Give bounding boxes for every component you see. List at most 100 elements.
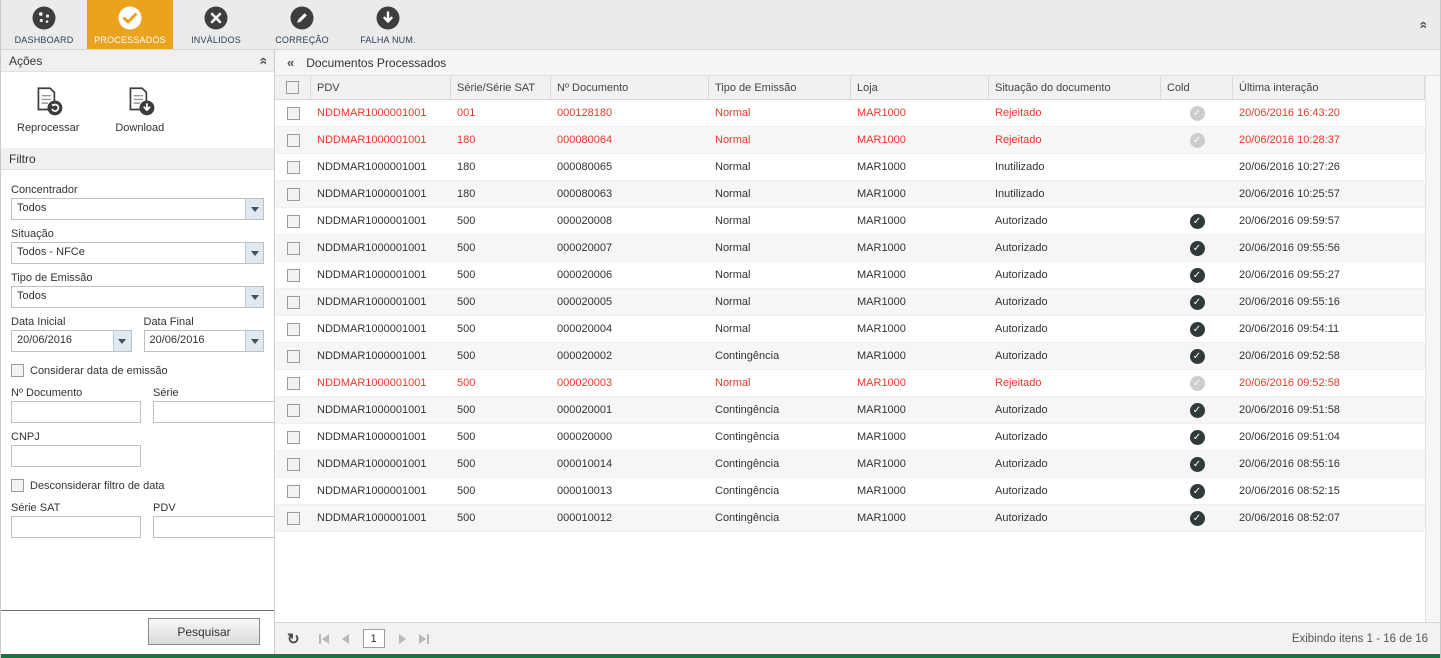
cell-tipo-emissao: Normal — [709, 127, 851, 153]
row-checkbox[interactable] — [287, 215, 300, 228]
considerar-data-checkbox-row[interactable]: Considerar data de emissão — [11, 364, 264, 377]
tab-correcao[interactable]: CORREÇÃO — [259, 0, 345, 49]
table-row[interactable]: NDDMAR1000001001 500 000020008 Normal MA… — [275, 208, 1425, 235]
select-all-cell — [275, 76, 311, 99]
table-row[interactable]: NDDMAR1000001001 500 000020004 Normal MA… — [275, 316, 1425, 343]
serie-label: Série — [153, 387, 274, 399]
last-page-button[interactable] — [417, 632, 431, 646]
cell-documento: 000020004 — [551, 316, 709, 342]
previous-page-button[interactable] — [340, 632, 351, 646]
table-row[interactable]: NDDMAR1000001001 500 000020007 Normal MA… — [275, 235, 1425, 262]
collapse-actions-icon[interactable]: » — [254, 57, 270, 65]
tab-dashboard[interactable]: DASHBOARD — [1, 0, 87, 49]
next-page-button[interactable] — [397, 632, 408, 646]
row-checkbox[interactable] — [287, 512, 300, 525]
cell-documento: 000080064 — [551, 127, 709, 153]
desconsiderar-filtro-checkbox-row[interactable]: Desconsiderar filtro de data — [11, 479, 264, 492]
row-checkbox[interactable] — [287, 242, 300, 255]
row-checkbox[interactable] — [287, 404, 300, 417]
refresh-icon[interactable]: ↻ — [287, 630, 300, 648]
cell-tipo-emissao: Contingência — [709, 451, 851, 477]
column-header[interactable]: Loja — [851, 76, 989, 99]
row-checkbox[interactable] — [287, 485, 300, 498]
cell-situacao: Autorizado — [989, 343, 1161, 369]
cell-ultima-interacao: 20/06/2016 09:59:57 — [1233, 208, 1425, 234]
concentrador-select[interactable]: Todos — [11, 198, 264, 220]
row-checkbox[interactable] — [287, 377, 300, 390]
data-inicial-picker[interactable]: 20/06/2016 — [11, 330, 132, 352]
collapse-toolbar-button[interactable]: » — [1418, 17, 1426, 33]
row-checkbox[interactable] — [287, 134, 300, 147]
column-header[interactable]: Tipo de Emissão — [709, 76, 851, 99]
cell-situacao: Autorizado — [989, 478, 1161, 504]
table-row[interactable]: NDDMAR1000001001 180 000080063 Normal MA… — [275, 181, 1425, 208]
column-header[interactable]: Nº Documento — [551, 76, 709, 99]
cell-loja: MAR1000 — [851, 343, 989, 369]
table-row[interactable]: NDDMAR1000001001 500 000020006 Normal MA… — [275, 262, 1425, 289]
considerar-data-checkbox[interactable] — [11, 364, 24, 377]
reprocessar-button[interactable]: Reprocessar — [17, 84, 79, 134]
table-row[interactable]: NDDMAR1000001001 500 000010012 Contingên… — [275, 505, 1425, 532]
pesquisar-button[interactable]: Pesquisar — [148, 618, 260, 645]
column-header[interactable]: PDV — [311, 76, 451, 99]
row-checkbox-cell — [275, 451, 311, 477]
pdv-input[interactable] — [153, 516, 274, 538]
table-row[interactable]: NDDMAR1000001001 500 000020002 Contingên… — [275, 343, 1425, 370]
cell-cold: ✓ — [1161, 343, 1233, 369]
first-page-button[interactable] — [317, 632, 331, 646]
download-label: Download — [115, 122, 164, 134]
row-checkbox[interactable] — [287, 458, 300, 471]
tipo-emissao-select[interactable]: Todos — [11, 286, 264, 308]
cell-loja: MAR1000 — [851, 154, 989, 180]
column-header[interactable]: Cold — [1161, 76, 1233, 99]
tab-processados[interactable]: PROCESSADOS — [87, 0, 173, 49]
table-empty-space — [275, 532, 1440, 622]
table-row[interactable]: NDDMAR1000001001 500 000010013 Contingên… — [275, 478, 1425, 505]
table-row[interactable]: NDDMAR1000001001 180 000080065 Normal MA… — [275, 154, 1425, 181]
row-checkbox[interactable] — [287, 431, 300, 444]
cell-loja: MAR1000 — [851, 505, 989, 531]
table-scrollbar[interactable] — [1425, 76, 1440, 622]
column-header[interactable]: Situação do documento — [989, 76, 1161, 99]
row-checkbox[interactable] — [287, 296, 300, 309]
table-row[interactable]: NDDMAR1000001001 180 000080064 Normal MA… — [275, 127, 1425, 154]
situacao-select[interactable]: Todos - NFCe — [11, 242, 264, 264]
row-checkbox[interactable] — [287, 350, 300, 363]
cell-situacao: Inutilizado — [989, 154, 1161, 180]
table-row[interactable]: NDDMAR1000001001 500 000020001 Contingên… — [275, 397, 1425, 424]
row-checkbox[interactable] — [287, 161, 300, 174]
app-window: DASHBOARDPROCESSADOSINVÁLIDOSCORREÇÃOFAL… — [0, 0, 1441, 658]
num-documento-input[interactable] — [11, 401, 141, 423]
chevron-up-icon: » — [1414, 21, 1430, 29]
cell-situacao: Autorizado — [989, 397, 1161, 423]
data-final-label: Data Final — [144, 316, 265, 328]
column-header[interactable]: Série/Série SAT — [451, 76, 551, 99]
select-all-checkbox[interactable] — [286, 81, 299, 94]
serie-sat-input[interactable] — [11, 516, 141, 538]
cell-situacao: Autorizado — [989, 235, 1161, 261]
data-final-picker[interactable]: 20/06/2016 — [144, 330, 265, 352]
page-number-input[interactable]: 1 — [363, 629, 385, 648]
download-button[interactable]: Download — [115, 84, 164, 134]
cell-cold: ✓ — [1161, 397, 1233, 423]
table-row[interactable]: NDDMAR1000001001 001 000128180 Normal MA… — [275, 100, 1425, 127]
cell-loja: MAR1000 — [851, 424, 989, 450]
tab-falha-num[interactable]: FALHA NUM. — [345, 0, 431, 49]
table-row[interactable]: NDDMAR1000001001 500 000010014 Contingên… — [275, 451, 1425, 478]
chevron-down-icon — [245, 199, 263, 219]
table-row[interactable]: NDDMAR1000001001 500 000020003 Normal MA… — [275, 370, 1425, 397]
table-row[interactable]: NDDMAR1000001001 500 000020005 Normal MA… — [275, 289, 1425, 316]
row-checkbox[interactable] — [287, 323, 300, 336]
cnpj-input[interactable] — [11, 445, 141, 467]
desconsiderar-filtro-checkbox[interactable] — [11, 479, 24, 492]
cold-check-icon: ✓ — [1190, 349, 1205, 364]
serie-input[interactable] — [153, 401, 274, 423]
row-checkbox[interactable] — [287, 188, 300, 201]
tab-invalidos[interactable]: INVÁLIDOS — [173, 0, 259, 49]
column-header[interactable]: Última interação — [1233, 76, 1425, 99]
table-row[interactable]: NDDMAR1000001001 500 000020000 Contingên… — [275, 424, 1425, 451]
row-checkbox[interactable] — [287, 269, 300, 282]
row-checkbox[interactable] — [287, 107, 300, 120]
cell-cold: ✓ — [1161, 451, 1233, 477]
collapse-sidebar-icon[interactable]: « — [287, 55, 294, 70]
